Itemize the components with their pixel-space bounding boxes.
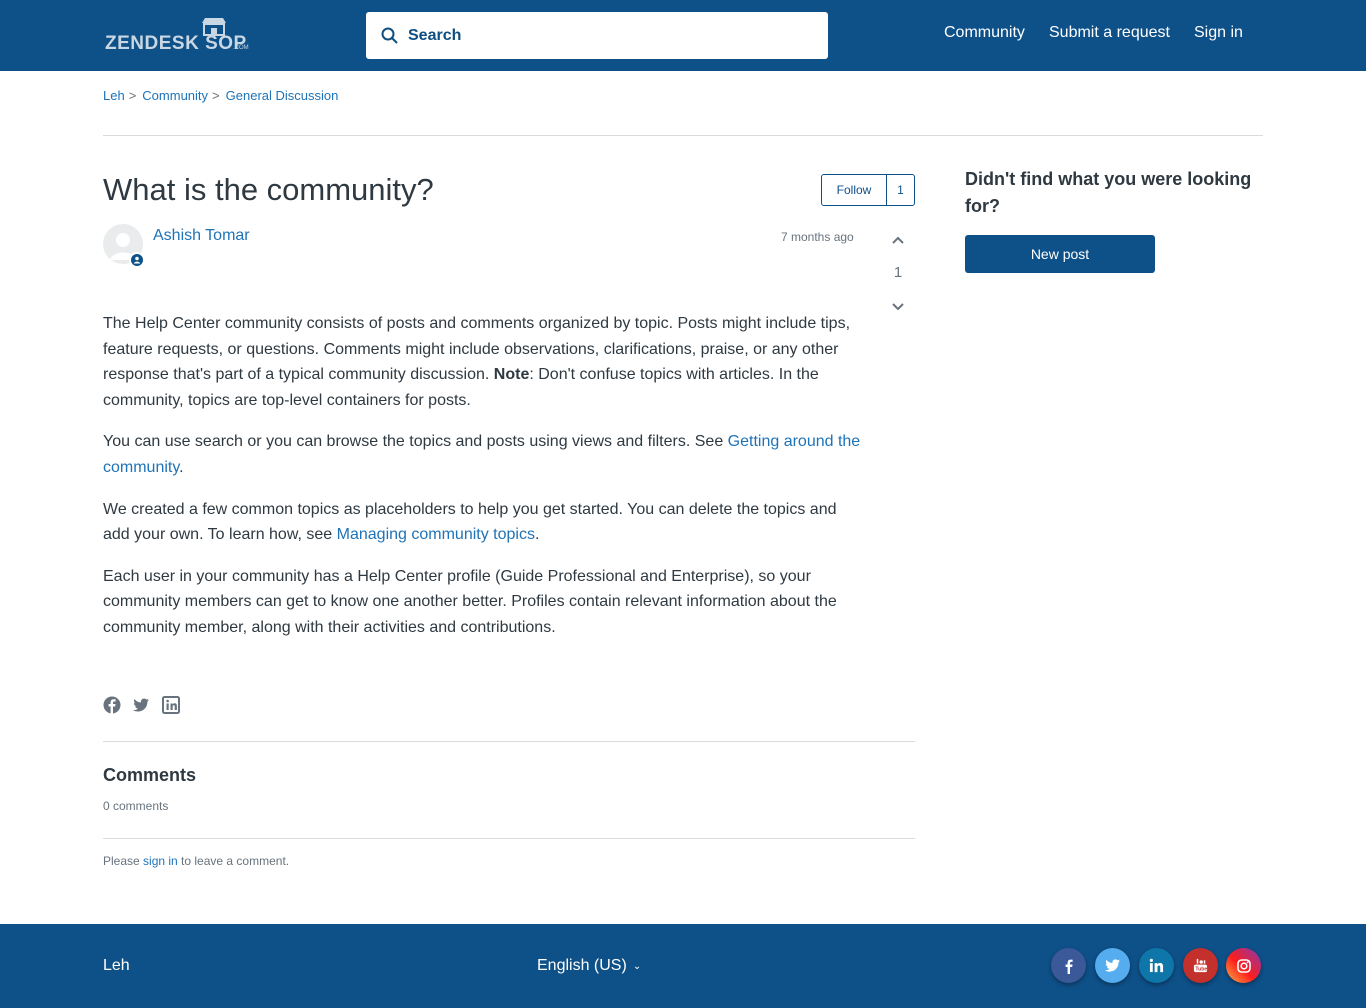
svg-text:Tube: Tube: [1195, 967, 1207, 973]
linkedin-icon[interactable]: [162, 696, 180, 714]
post-paragraph: You can use search or you can browse the…: [103, 433, 861, 476]
language-selector[interactable]: English (US) ⌄: [537, 957, 641, 975]
search-icon: [381, 27, 398, 44]
store-icon: [202, 18, 226, 36]
post-paragraph: Each user in your community has a Help C…: [103, 567, 837, 636]
new-post-button[interactable]: New post: [965, 235, 1155, 273]
twitter-icon[interactable]: [132, 696, 150, 714]
breadcrumb-separator: >: [128, 88, 137, 103]
breadcrumb-divider: [103, 135, 1263, 136]
search-placeholder: Search: [408, 26, 462, 44]
chevron-down-icon: ⌄: [632, 960, 642, 972]
footer-instagram-icon[interactable]: [1226, 948, 1261, 983]
breadcrumb: Leh > Community > General Discussion: [103, 88, 338, 103]
post-paragraph: The Help Center community consists of po…: [103, 315, 851, 409]
sign-in-link[interactable]: sign in: [143, 854, 178, 868]
footer-facebook-icon[interactable]: [1051, 948, 1086, 983]
vote-count: 1: [893, 264, 903, 281]
follow-count: 1: [897, 183, 904, 197]
nav-submit-request[interactable]: Submit a request: [1049, 24, 1170, 42]
post-timestamp: 7 months ago: [781, 230, 854, 244]
breadcrumb-general-discussion[interactable]: General Discussion: [226, 88, 339, 103]
comments-bottom-divider: [103, 838, 915, 839]
logo-suffix: .COM: [233, 45, 249, 51]
sign-in-note: Please sign in to leave a comment.: [103, 854, 290, 868]
header: ZENDESK S OP .COM Search Community Submit…: [0, 0, 1366, 71]
follow-button[interactable]: Follow 1: [821, 174, 915, 206]
comments-count: 0 comments: [103, 799, 169, 813]
nav-sign-in[interactable]: Sign in: [1194, 24, 1243, 42]
footer-linkedin-icon[interactable]: [1139, 948, 1174, 983]
breadcrumb-leh[interactable]: Leh: [103, 88, 125, 103]
footer-youtube-icon[interactable]: Tube: [1183, 948, 1218, 983]
logo[interactable]: ZENDESK S OP .COM: [105, 17, 250, 53]
post-body: The Help Center community consists of po…: [103, 311, 863, 657]
sidebar-title: Didn't find what you were looking for?: [965, 169, 1252, 216]
upvote-icon[interactable]: [890, 233, 906, 249]
note-label: Note: [493, 366, 530, 384]
comments-heading: Comments: [103, 765, 197, 785]
post-paragraph: We created a few common topics as placeh…: [103, 500, 837, 544]
follow-label: Follow: [822, 175, 887, 205]
breadcrumb-community[interactable]: Community: [142, 88, 208, 103]
managing-topics-link[interactable]: Managing community topics: [337, 526, 535, 543]
agent-badge-icon: [129, 252, 144, 267]
downvote-icon[interactable]: [890, 298, 906, 314]
comments-divider: [103, 741, 915, 742]
post-title: What is the community?: [103, 172, 434, 207]
breadcrumb-separator: >: [212, 88, 220, 103]
facebook-icon[interactable]: [103, 696, 121, 714]
language-label: English (US): [537, 957, 627, 974]
footer-twitter-icon[interactable]: [1095, 948, 1130, 983]
footer-brand[interactable]: Leh: [103, 957, 130, 975]
nav-community[interactable]: Community: [944, 24, 1025, 42]
search-input[interactable]: Search: [366, 12, 828, 59]
author-link[interactable]: Ashish Tomar: [153, 227, 250, 245]
